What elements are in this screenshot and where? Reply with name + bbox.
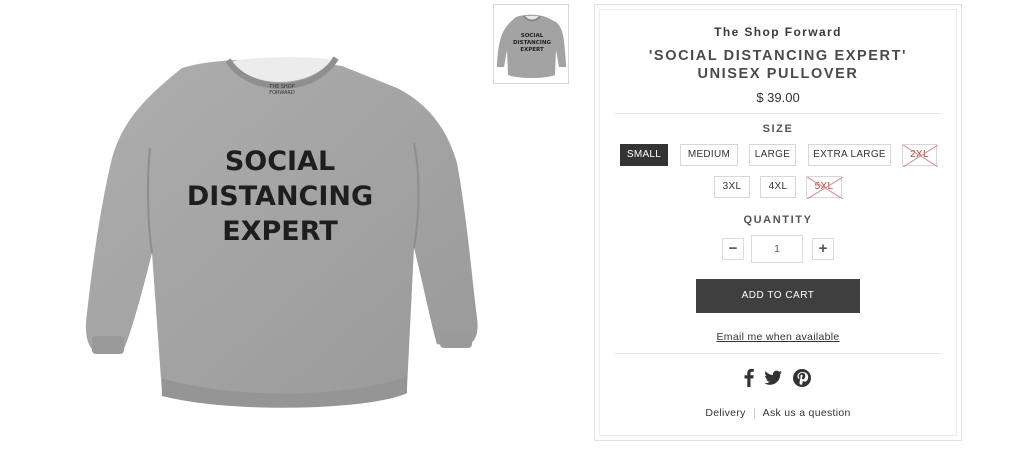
thumb-print-line3: EXPERT (520, 47, 544, 53)
size-option-large[interactable]: LARGE (749, 144, 796, 166)
print-line2: DISTANCING (187, 181, 373, 212)
size-option-3xl[interactable]: 3XL (714, 176, 750, 198)
facebook-icon (744, 368, 754, 387)
product-thumbnail[interactable]: SOCIAL DISTANCING EXPERT (493, 4, 569, 84)
size-option-2xl[interactable]: 2XL (902, 144, 938, 167)
shop-name[interactable]: The Shop Forward (595, 25, 961, 39)
print-line3: EXPERT (222, 216, 338, 247)
product-title-line1: 'SOCIAL DISTANCING EXPERT' (648, 48, 908, 64)
size-option-4xl[interactable]: 4XL (760, 176, 796, 198)
ask-question-link[interactable]: Ask us a question (763, 407, 851, 419)
size-option-extra-large[interactable]: EXTRA LARGE (808, 144, 891, 166)
product-main-image[interactable]: THE SHOP FORWARD SOCIAL DISTANCING EXPER… (52, 48, 482, 428)
quantity-increase-button[interactable]: + (812, 238, 834, 260)
collar-label-line2: FORWARD (269, 90, 295, 96)
print-line1: SOCIAL (225, 146, 335, 177)
thumb-print-line1: SOCIAL (521, 33, 544, 39)
product-details-panel: The Shop Forward 'SOCIAL DISTANCING EXPE… (594, 4, 962, 441)
size-option-5xl[interactable]: 5XL (806, 176, 843, 199)
pinterest-share-button[interactable] (791, 367, 813, 389)
strikethrough-icon (903, 145, 938, 167)
footer-links: Delivery Ask us a question (595, 407, 961, 419)
footer-separator (753, 407, 755, 419)
quantity-input[interactable] (751, 235, 803, 263)
product-price: $ 39.00 (756, 90, 800, 105)
size-option-medium[interactable]: MEDIUM (680, 144, 738, 166)
twitter-icon (764, 370, 782, 385)
size-option-small[interactable]: SMALL (620, 144, 668, 166)
twitter-share-button[interactable] (762, 367, 784, 389)
email-when-available-link[interactable]: Email me when available (595, 331, 961, 343)
strikethrough-icon (807, 177, 843, 199)
facebook-share-button[interactable] (738, 367, 760, 389)
quantity-label: QUANTITY (743, 214, 813, 226)
add-to-cart-button[interactable]: ADD TO CART (696, 279, 860, 313)
quantity-decrease-button[interactable]: − (722, 238, 744, 260)
delivery-link[interactable]: Delivery (705, 407, 745, 419)
product-title-line2: UNISEX PULLOVER (697, 66, 859, 82)
size-label: SIZE (762, 123, 794, 135)
divider-bottom (615, 353, 941, 354)
thumbnail-sweatshirt-image: SOCIAL DISTANCING EXPERT (497, 14, 566, 78)
thumb-print-line2: DISTANCING (513, 40, 551, 46)
product-title: 'SOCIAL DISTANCING EXPERT' UNISEX PULLOV… (615, 47, 941, 83)
sweatshirt-image: THE SHOP FORWARD SOCIAL DISTANCING EXPER… (85, 56, 478, 408)
divider-top (615, 113, 941, 114)
pinterest-icon (793, 369, 811, 387)
